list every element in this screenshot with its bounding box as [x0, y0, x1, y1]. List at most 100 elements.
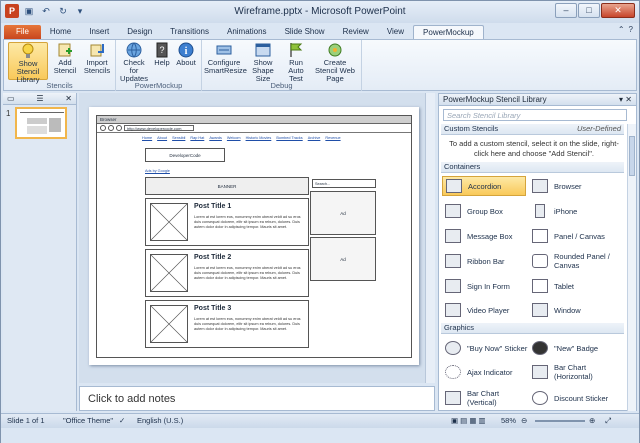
stencil-bar-chart-vertical[interactable]: Bar Chart (Vertical): [445, 386, 529, 410]
zoom-in-icon[interactable]: ⊕: [589, 414, 595, 428]
fit-slide-icon[interactable]: ⤢: [605, 414, 611, 428]
stencil-bar-chart-horizontal[interactable]: Bar Chart (Horizontal): [532, 360, 618, 384]
slide-canvas[interactable]: Browser http://www.developercode.com Hom…: [89, 107, 419, 365]
editor-vertical-scrollbar[interactable]: [425, 93, 435, 383]
forward-icon: [108, 125, 114, 131]
stencil-message-box[interactable]: Message Box: [445, 226, 529, 246]
ribbon-bar-icon: [445, 254, 461, 268]
wireframe-nav-item: Rap Hat: [190, 136, 205, 140]
iphone-icon: [535, 204, 545, 218]
run-auto-test-button[interactable]: Run Auto Test: [282, 42, 310, 83]
create-stencil-web-page-button[interactable]: Create Stencil Web Page: [312, 42, 358, 83]
pane-controls[interactable]: ▾ ✕: [619, 94, 632, 105]
tab-file[interactable]: File: [4, 25, 41, 39]
stencil-panel-canvas[interactable]: Panel / Canvas: [532, 226, 618, 246]
graphics-label: Graphics: [444, 323, 475, 332]
slide-thumbnail[interactable]: [15, 107, 67, 139]
slides-tab-icon[interactable]: ▭: [7, 93, 15, 104]
minimize-ribbon-icon[interactable]: ⌃: [618, 25, 625, 34]
check-updates-button[interactable]: Check for Updates: [118, 42, 150, 83]
tab-home[interactable]: Home: [41, 25, 80, 39]
slide-editor[interactable]: Browser http://www.developercode.com Hom…: [79, 93, 435, 383]
zoom-level[interactable]: 58%: [501, 414, 516, 428]
minimize-button[interactable]: –: [555, 3, 577, 18]
wireframe-nav-item: Home: [142, 136, 153, 140]
reload-icon: [116, 125, 122, 131]
thumbnails-header: ▭ ☰ ✕: [3, 93, 76, 105]
add-stencil-button[interactable]: Add Stencil: [52, 42, 78, 75]
group-stencils-label: Stencils: [46, 81, 73, 90]
stencil-browser[interactable]: Browser: [532, 176, 618, 196]
stencil-tablet[interactable]: Tablet: [532, 276, 618, 296]
custom-filter-dropdown[interactable]: User-Defined: [577, 124, 621, 134]
maximize-button[interactable]: □: [578, 3, 600, 18]
show-shape-size-button[interactable]: Show Shape Size: [246, 42, 280, 83]
stencil-ribbon-bar[interactable]: Ribbon Bar: [445, 251, 529, 271]
tab-review[interactable]: Review: [334, 25, 378, 39]
stencil-window[interactable]: Window: [532, 300, 618, 320]
stencil-group-box[interactable]: Group Box: [445, 201, 529, 221]
ribbon: Show Stencil Library Add Stencil Import …: [3, 39, 637, 91]
post-body: Lorem at est lorem eos, nonummy enim ube…: [194, 215, 301, 229]
tab-animations[interactable]: Animations: [218, 25, 276, 39]
group-stencils: Show Stencil Library Add Stencil Import …: [4, 40, 116, 91]
stencil-iphone[interactable]: iPhone: [532, 201, 618, 221]
stencil-ajax-indicator[interactable]: Ajax Indicator: [445, 362, 529, 382]
containers-section[interactable]: Containers: [441, 162, 624, 173]
notes-pane[interactable]: Click to add notes: [79, 386, 435, 411]
panel-icon: [532, 229, 548, 243]
tab-design[interactable]: Design: [118, 25, 161, 39]
globe-icon: [126, 42, 142, 58]
svg-text:?: ?: [159, 45, 164, 55]
stencil-new-badge[interactable]: "New" Badge: [532, 337, 618, 359]
about-button[interactable]: i About: [174, 42, 198, 67]
tab-transitions[interactable]: Transitions: [161, 25, 218, 39]
stencil-accordion[interactable]: Accordion: [442, 176, 526, 196]
wireframe-post: Post Title 1 Lorem at est lorem eos, non…: [145, 198, 309, 246]
group-debug: Configure SmartResize Show Shape Size Ru…: [202, 40, 362, 91]
outline-tab-icon[interactable]: ☰: [36, 93, 43, 104]
library-scrollbar[interactable]: [627, 124, 636, 411]
stencil-search-input[interactable]: Search Stencil Library: [443, 109, 627, 121]
stencil-video-player[interactable]: Video Player: [445, 300, 529, 320]
show-stencil-library-button[interactable]: Show Stencil Library: [8, 42, 48, 84]
window-bottom-edge: [1, 428, 639, 443]
import-stencils-button[interactable]: Import Stencils: [82, 42, 112, 75]
post-body: Lorem at est lorem eos, nonummy enim ube…: [194, 266, 301, 280]
custom-stencils-section[interactable]: Custom Stencils User-Defined: [441, 124, 624, 135]
stencil-rounded-panel[interactable]: Rounded Panel / Canvas: [532, 249, 618, 273]
stencil-buy-now-sticker[interactable]: "Buy Now" Sticker: [445, 337, 529, 359]
image-placeholder-icon: [150, 254, 188, 292]
wireframe-search: Search...: [312, 179, 376, 188]
stencil-library-pane: PowerMockup Stencil Library ▾ ✕ Search S…: [438, 93, 637, 411]
zoom-slider[interactable]: [535, 420, 585, 422]
tab-slide-show[interactable]: Slide Show: [276, 25, 334, 39]
spellcheck-icon[interactable]: ✓: [119, 414, 125, 428]
zoom-out-icon[interactable]: ⊖: [521, 414, 527, 428]
post-title: Post Title 3: [194, 305, 232, 312]
window-controls: – □ ✕: [555, 3, 635, 18]
wireframe-browser[interactable]: Browser http://www.developercode.com Hom…: [96, 115, 412, 358]
wireframe-nav-item: Archive: [307, 136, 321, 140]
language[interactable]: English (U.S.): [137, 414, 183, 428]
tab-powermockup[interactable]: PowerMockup: [413, 25, 484, 39]
graphics-section[interactable]: Graphics: [441, 323, 624, 334]
help-icon[interactable]: ?: [629, 25, 633, 34]
containers-label: Containers: [444, 162, 481, 171]
close-pane-icon[interactable]: ✕: [65, 93, 72, 104]
stencil-discount-sticker[interactable]: Discount Sticker: [532, 388, 618, 408]
help-button[interactable]: ? Help: [152, 42, 172, 67]
configure-smartresize-button[interactable]: Configure SmartResize: [204, 42, 247, 75]
create-stencil-web-page-label: Create Stencil Web Page: [315, 58, 355, 83]
ajax-indicator-icon: [445, 365, 461, 379]
tab-view[interactable]: View: [378, 25, 413, 39]
close-button[interactable]: ✕: [601, 3, 635, 18]
image-placeholder-icon: [150, 305, 188, 343]
stencil-sign-in-form[interactable]: Sign In Form: [445, 276, 529, 296]
library-scroll-thumb[interactable]: [629, 136, 635, 176]
tab-insert[interactable]: Insert: [80, 25, 118, 39]
bar-chart-horizontal-icon: [532, 365, 548, 379]
about-label: About: [176, 58, 196, 67]
group-powermockup: Check for Updates ? Help i About PowerMo…: [116, 40, 202, 91]
normal-view-icon[interactable]: ▣ ▤ ▦ ▥: [451, 414, 486, 428]
